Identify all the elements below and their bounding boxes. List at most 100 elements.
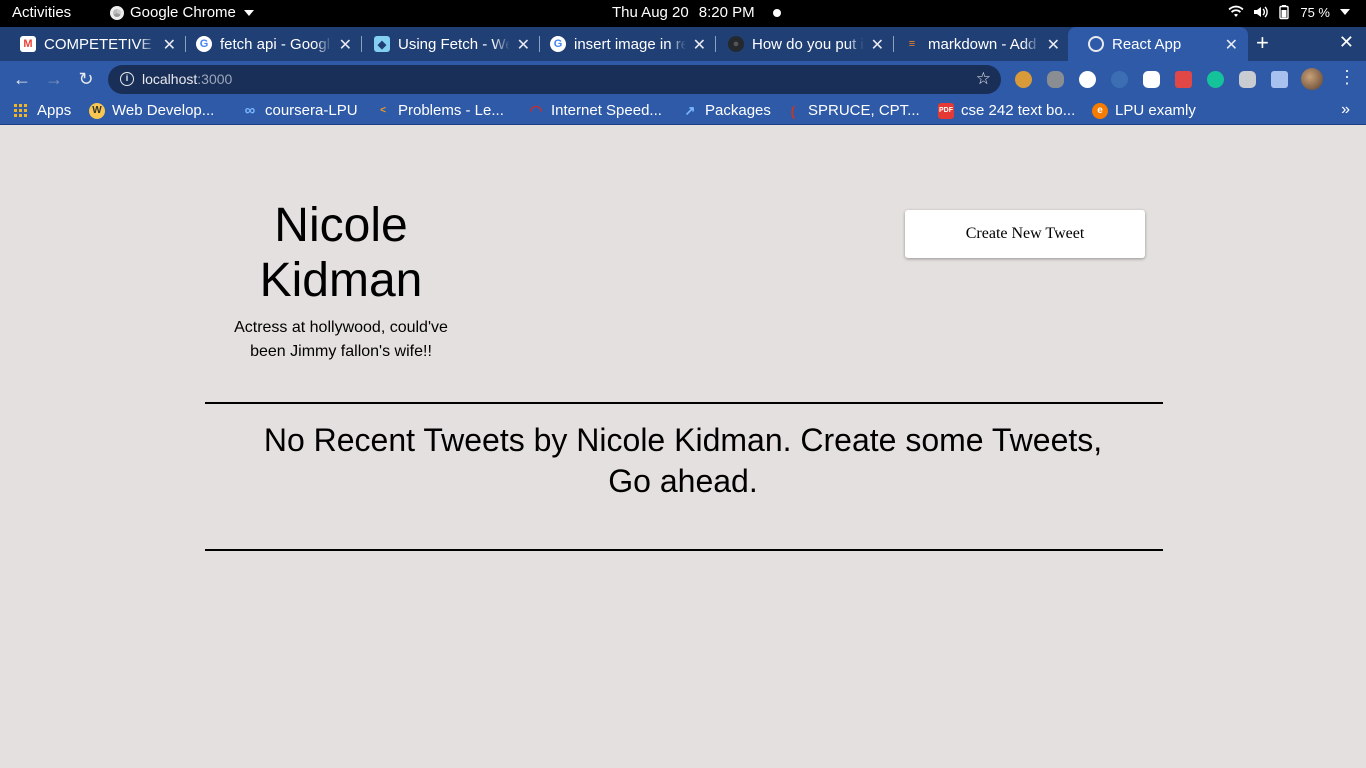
infinity-icon: ∞ [244,102,256,119]
tab-insert-image-google[interactable]: G insert image in re ✕ [530,27,716,61]
divider-top [205,402,1163,404]
bookmark-problems-leetcode[interactable]: < Problems - Le... [375,102,504,119]
bookmark-label: SPRUCE, CPT... [808,102,920,119]
bookmark-star-icon[interactable]: ☆ [976,69,991,89]
bookmark-internet-speed[interactable]: ◠ Internet Speed... [528,102,662,119]
external-link-icon: ↗ [684,102,696,118]
tab-title: React App [1112,35,1182,53]
empty-feed-message: No Recent Tweets by Nicole Kidman. Creat… [263,422,1103,499]
close-icon[interactable]: ✕ [339,35,352,55]
tab-title: markdown - Add [928,35,1037,53]
clock-date: Thu Aug 20 [612,4,689,21]
bug-extension-icon[interactable] [1047,71,1064,88]
forward-button[interactable]: → [42,67,66,91]
menu-kebab-icon[interactable]: ⋮ [1338,67,1356,88]
browser-toolbar: ← → ↻ i localhost:3000 ☆ ⋮ [0,61,1366,97]
back-button[interactable]: ← [10,67,34,91]
site-info-icon[interactable]: i [120,72,134,86]
tab-stackoverflow[interactable]: ≡ markdown - Add ✕ [884,27,1070,61]
window-close-button[interactable]: ✕ [1339,32,1354,53]
address-bar[interactable]: i localhost:3000 ☆ [108,65,1001,94]
url-host: localhost [142,71,198,87]
gmail-icon: M [20,36,36,52]
system-tray[interactable]: 75 % [1228,4,1350,20]
bookmark-label: cse 242 text bo... [961,102,1076,119]
clock[interactable]: Thu Aug 20 8:20 PM [612,4,781,21]
react-app-page: Nicole Kidman Actress at hollywood, coul… [0,126,1366,768]
bookmark-packages[interactable]: ↗ Packages [682,102,771,119]
profile-avatar[interactable] [1301,68,1323,90]
google-icon: G [550,36,566,52]
tab-title: Using Fetch - We [398,35,510,53]
tab-title: fetch api - Googl [220,35,331,53]
spruce-icon: ( [790,102,796,119]
counter-extension-icon[interactable] [1079,71,1096,88]
gamepad-extension-icon[interactable] [1143,71,1160,88]
app-menu-label: Google Chrome [130,4,236,21]
bookmarks-bar: Apps W Web Develop... ∞ coursera-LPU < P… [0,97,1366,125]
globe-icon [1088,36,1104,52]
tab-title: insert image in re [574,35,686,53]
bookmark-web-develop[interactable]: W Web Develop... [89,102,214,119]
tab-fetch-api-google[interactable]: G fetch api - Googl ✕ [176,27,362,61]
grammarly-extension-icon[interactable] [1207,71,1224,88]
apps-grid-icon [14,103,28,118]
activities-button[interactable]: Activities [12,4,71,21]
bookmark-label: coursera-LPU [265,102,358,119]
volume-icon [1254,6,1269,18]
battery-percent: 75 % [1300,4,1330,20]
close-icon[interactable]: ✕ [163,35,176,55]
close-icon[interactable]: ✕ [517,35,530,55]
clock-time: 8:20 PM [698,4,755,21]
tab-gmail[interactable]: M COMPETETIVE E ✕ [0,27,186,61]
new-tab-button[interactable]: + [1256,30,1269,56]
stackoverflow-icon: ≡ [908,38,916,50]
gear-icon[interactable] [1239,71,1256,88]
tab-mdn-fetch[interactable]: ◆ Using Fetch - We ✕ [354,27,540,61]
close-icon[interactable]: ✕ [693,35,706,55]
notification-dot-icon [772,8,781,17]
bookmark-spruce-cpt[interactable]: ( SPRUCE, CPT... [785,102,920,119]
fedora-extension-icon[interactable] [1111,71,1128,88]
bookmark-cse-242[interactable]: PDF cse 242 text bo... [938,102,1075,119]
tab-title: How do you put i [752,35,864,53]
web-dev-icon: W [89,102,105,119]
caret-down-icon [1340,9,1350,15]
url-port: :3000 [197,71,233,87]
bookmark-apps[interactable]: Apps [14,102,71,119]
extensions-puzzle-icon[interactable] [1271,71,1288,88]
divider-bottom [205,549,1163,551]
reload-button[interactable]: ↻ [74,67,98,91]
profile-bio: Actress at hollywood, could've been Jimm… [234,319,448,360]
address-url: localhost:3000 [142,71,232,87]
tab-github[interactable]: ● How do you put i ✕ [708,27,894,61]
pdf-icon: PDF [938,102,954,119]
system-top-bar: Activities Google Chrome Thu Aug 20 8:20… [0,0,1366,27]
close-icon[interactable]: ✕ [1047,35,1060,55]
battery-icon [1279,5,1290,20]
bookmark-label: Apps [37,102,72,119]
tab-strip: M COMPETETIVE E ✕ G fetch api - Googl ✕ … [0,27,1366,61]
tab-react-app[interactable]: React App ✕ [1068,27,1248,61]
profile-name: Nicole Kidman [259,199,423,307]
close-icon[interactable]: ✕ [871,35,884,55]
bookmark-label: Problems - Le... [398,102,504,119]
wifi-icon [1228,5,1244,17]
examly-icon: e [1092,102,1108,119]
close-icon[interactable]: ✕ [1225,35,1238,55]
caret-down-icon [243,9,254,16]
tab-title: COMPETETIVE E [44,35,156,53]
create-new-tweet-button[interactable]: Create New Tweet [905,210,1145,258]
bookmark-coursera-lpu[interactable]: ∞ coursera-LPU [242,102,358,119]
leetcode-icon: < [380,105,386,116]
profile-header: Nicole Kidman Actress at hollywood, coul… [230,198,452,364]
bookmark-label: LPU examly [1115,102,1196,119]
mdn-icon: ◆ [374,36,390,52]
cookie-extension-icon[interactable] [1015,71,1032,88]
app-menu[interactable]: Google Chrome [110,4,254,21]
bookmarks-overflow-chevron-icon[interactable]: » [1341,101,1350,119]
media-extension-icon[interactable] [1175,71,1192,88]
bookmark-label: Packages [705,102,771,119]
google-icon: G [196,36,212,52]
bookmark-lpu-examly[interactable]: e LPU examly [1092,102,1196,119]
